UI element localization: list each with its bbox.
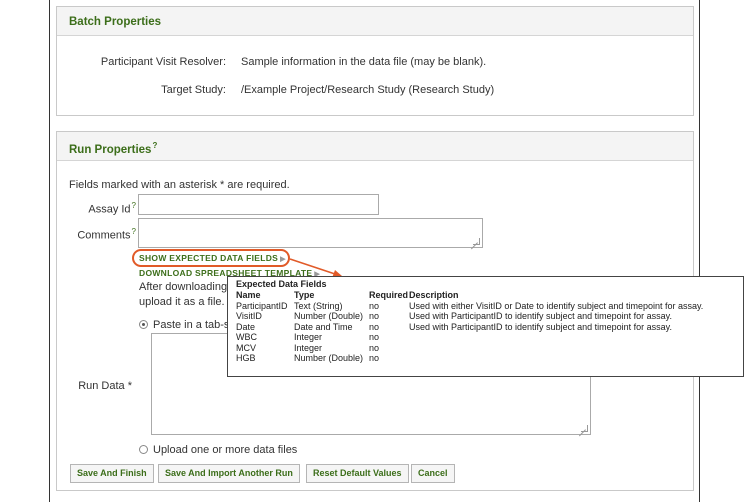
after-downloading-text: After downloading [139, 281, 228, 293]
paste-data-radio[interactable] [139, 320, 148, 329]
resize-grip-icon[interactable] [581, 425, 588, 432]
help-icon[interactable]: ? [132, 227, 136, 236]
run-properties-title: Run Properties? [57, 132, 693, 161]
participant-visit-resolver-label: Participant Visit Resolver: [100, 56, 226, 68]
column-header-required: Required [369, 290, 409, 300]
field-type-cell: Number (Double) [294, 311, 364, 321]
comments-label: Comments? [50, 227, 136, 242]
field-description-cell: Used with ParticipantID to identify subj… [409, 311, 672, 321]
batch-properties-title: Batch Properties [57, 7, 693, 36]
assay-id-label: Assay Id? [50, 201, 136, 216]
page-frame: Batch Properties Participant Visit Resol… [49, 0, 744, 502]
field-type-cell: Number (Double) [294, 353, 364, 363]
cancel-button[interactable]: Cancel [411, 464, 455, 483]
help-icon[interactable]: ? [152, 141, 157, 150]
expected-data-fields-title: Expected Data Fields [236, 279, 327, 289]
required-fields-note: Fields marked with an asterisk * are req… [69, 179, 290, 191]
table-row: MCV Integer no [236, 343, 703, 354]
upload-files-radio[interactable] [139, 445, 148, 454]
comments-textarea[interactable] [138, 218, 483, 248]
run-properties-title-text: Run Properties [69, 143, 152, 156]
field-name-cell: WBC [236, 332, 257, 342]
field-type-cell: Text (String) [294, 300, 343, 311]
field-name-cell: MCV [236, 342, 256, 353]
assay-id-label-text: Assay Id [88, 203, 131, 216]
column-header-type: Type [294, 290, 315, 300]
batch-properties-panel: Batch Properties Participant Visit Resol… [56, 6, 694, 116]
target-study-value: /Example Project/Research Study (Researc… [241, 84, 495, 96]
paste-data-option-label: Paste in a tab-s [153, 319, 230, 331]
expected-data-fields-table: Name Type Required Description Participa… [236, 290, 703, 364]
run-data-label: Run Data * [78, 380, 132, 392]
field-type-cell: Integer [294, 342, 323, 353]
participant-visit-resolver-value: Sample information in the data file (may… [241, 56, 487, 68]
field-type-cell: Integer [294, 332, 323, 342]
resize-grip-icon[interactable] [473, 238, 480, 245]
field-description-cell [409, 332, 703, 343]
save-and-finish-button[interactable]: Save And Finish [70, 464, 154, 483]
field-required-cell: no [369, 311, 380, 321]
field-description-cell [409, 353, 703, 364]
upload-as-file-text: upload it as a file. [139, 296, 225, 308]
field-description-cell: Used with ParticipantID to identify subj… [409, 321, 672, 332]
triangle-right-icon: ▶ [280, 256, 286, 263]
table-row: HGB Number (Double) no [236, 353, 703, 364]
help-icon[interactable]: ? [132, 201, 136, 210]
table-row: WBC Integer no [236, 332, 703, 343]
assay-id-input[interactable] [138, 194, 379, 215]
field-type-cell: Date and Time [294, 321, 353, 332]
field-name-cell: Date [236, 321, 256, 332]
field-name-cell: VisitID [236, 311, 262, 321]
field-description-cell [409, 343, 703, 354]
show-expected-data-fields-link[interactable]: SHOW EXPECTED DATA FIELDS ▶ [139, 253, 286, 263]
comments-label-text: Comments [77, 229, 131, 242]
show-expected-data-fields-text: SHOW EXPECTED DATA FIELDS [139, 253, 279, 263]
field-required-cell: no [369, 321, 380, 332]
field-required-cell: no [369, 300, 380, 311]
column-header-name: Name [236, 290, 261, 300]
field-name-cell: HGB [236, 353, 256, 363]
field-required-cell: no [369, 353, 380, 363]
table-header-row: Name Type Required Description [236, 290, 703, 301]
field-required-cell: no [369, 332, 380, 342]
field-name-cell: ParticipantID [236, 300, 288, 311]
field-description-cell: Used with either VisitID or Date to iden… [409, 300, 704, 311]
table-row: VisitID Number (Double) no Used with Par… [236, 311, 703, 322]
reset-default-values-button[interactable]: Reset Default Values [306, 464, 409, 483]
table-row: ParticipantID Text (String) no Used with… [236, 301, 703, 312]
table-row: Date Date and Time no Used with Particip… [236, 322, 703, 333]
field-required-cell: no [369, 342, 380, 353]
upload-files-option-label: Upload one or more data files [153, 444, 298, 456]
expected-data-fields-popup: Expected Data Fields Name Type Required … [227, 276, 744, 377]
column-header-description: Description [409, 290, 459, 300]
save-and-import-another-run-button[interactable]: Save And Import Another Run [158, 464, 300, 483]
target-study-label: Target Study: [161, 84, 226, 96]
